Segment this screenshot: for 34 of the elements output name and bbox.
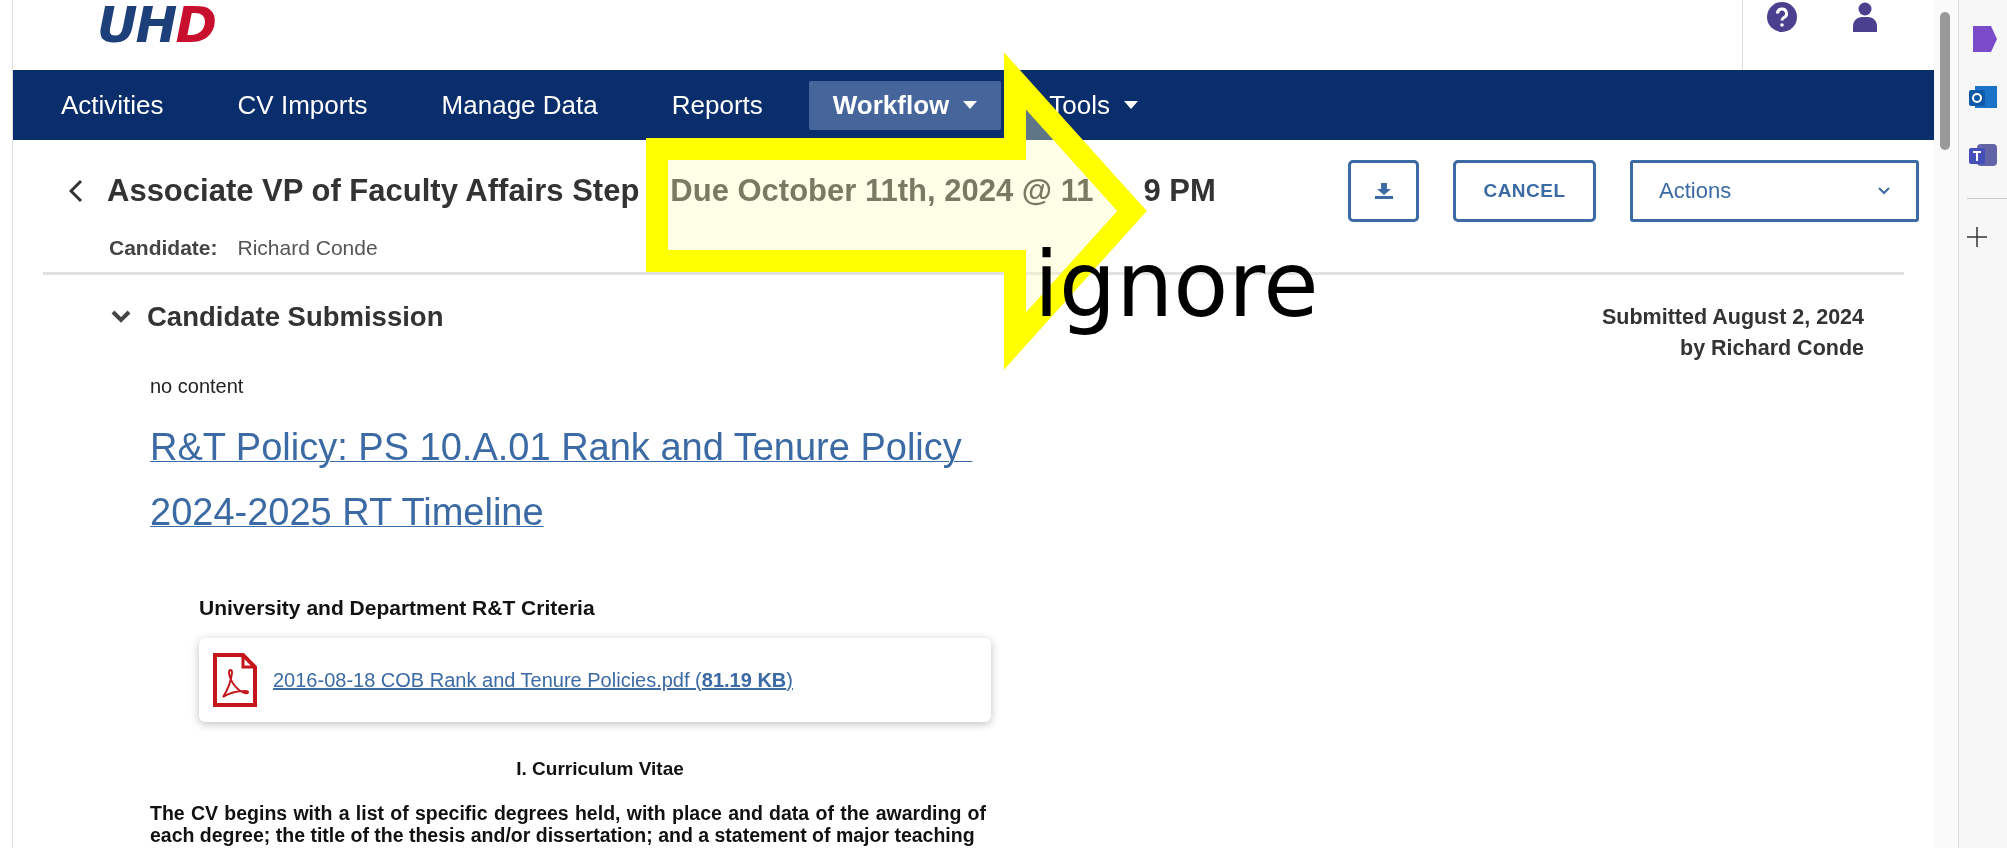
nav-tab[interactable]: Activities: [61, 80, 164, 130]
plus-icon[interactable]: [1967, 227, 1987, 247]
submitted-date: Submitted August 2, 2024: [1601, 305, 1864, 330]
nav-tab[interactable]: Workflow: [808, 80, 1002, 130]
chevron-down-icon[interactable]: [111, 310, 131, 324]
nav-tab[interactable]: Tools: [1049, 80, 1138, 130]
document-link[interactable]: 2024-2025 RT Timeline: [150, 491, 544, 534]
nav-tab[interactable]: Reports: [671, 80, 763, 130]
user-icon[interactable]: [1853, 2, 1877, 32]
candidate-label: Candidate:: [109, 236, 218, 260]
document-link[interactable]: R&T Policy: PS 10.A.01 Rank and Tenure Policy: [150, 426, 973, 469]
criteria-heading: University and Department R&T Criteria: [199, 596, 595, 620]
download-button[interactable]: [1348, 160, 1419, 222]
actions-dropdown[interactable]: Actions: [1630, 160, 1919, 222]
nav-tab[interactable]: CV Imports: [237, 80, 368, 130]
scrollbar-thumb[interactable]: [1940, 12, 1950, 150]
chevron-down-icon: [1878, 187, 1890, 195]
cancel-button[interactable]: CANCEL: [1453, 160, 1596, 222]
logo[interactable]: UHD: [97, 0, 215, 50]
page-title: Associate VP of Faculty Affairs Step: [107, 173, 640, 209]
section-heading: I. Curriculum Vitae: [515, 758, 684, 780]
back-icon[interactable]: [69, 179, 83, 203]
nav-tab[interactable]: Manage Data: [441, 80, 598, 130]
submitted-by: by Richard Conde: [1680, 336, 1864, 361]
file-link[interactable]: 2016-08-18 COB Rank and Tenure Policies.pdf (81.19 KB): [273, 668, 793, 692]
help-icon[interactable]: [1767, 2, 1797, 32]
cv-paragraph: The CV begins with a list of specific degrees held, with place and data of the awarding of each degree; the title of the thesis and/or dissertation; and a statement of major teaching: [150, 802, 986, 846]
due-date: Due October 11th, 2024 @ 11: [670, 173, 1094, 209]
due-date: 9 PM: [1143, 173, 1216, 209]
pdf-icon: [213, 653, 257, 707]
candidate-name: Richard Conde: [237, 236, 378, 260]
download-icon: [1374, 183, 1393, 199]
section-title[interactable]: Candidate Submission: [147, 301, 444, 333]
note-text: no content: [150, 375, 244, 398]
